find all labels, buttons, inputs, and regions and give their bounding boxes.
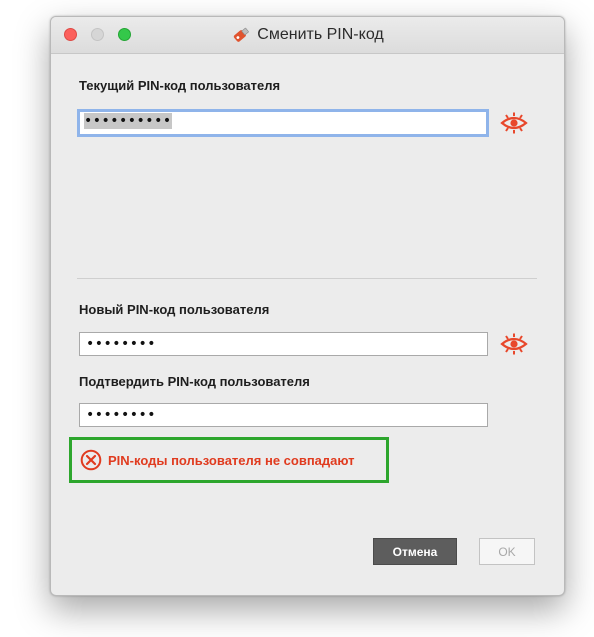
window-title-group: Сменить PIN-код [51, 17, 564, 53]
current-pin-label: Текущий PIN-код пользователя [79, 78, 281, 93]
current-pin-value: •••••••••• [84, 113, 172, 129]
cancel-button[interactable]: Отмена [373, 538, 457, 565]
confirm-pin-input[interactable]: •••••••• [79, 403, 488, 427]
section-divider [77, 278, 537, 279]
error-message: PIN-коды пользователя не совпадают [108, 452, 355, 468]
usb-token-icon [234, 27, 250, 42]
confirm-pin-label: Подтвердить PIN-код пользователя [79, 374, 310, 389]
current-pin-input[interactable]: •••••••••• [77, 109, 489, 137]
new-pin-value: •••••••• [86, 336, 157, 352]
new-pin-label: Новый PIN-код пользователя [79, 302, 270, 317]
new-pin-input[interactable]: •••••••• [79, 332, 488, 356]
window-title: Сменить PIN-код [257, 26, 384, 43]
error-circle-x-icon [80, 449, 102, 471]
show-current-pin-eye-icon[interactable] [500, 112, 528, 134]
title-bar: Сменить PIN-код [51, 17, 564, 54]
pin-mismatch-error: PIN-коды пользователя не совпадают [69, 437, 389, 483]
show-new-pin-eye-icon[interactable] [500, 333, 528, 355]
confirm-pin-value: •••••••• [86, 407, 157, 423]
change-pin-dialog: Сменить PIN-код Текущий PIN-код пользова… [50, 16, 565, 596]
ok-button[interactable]: OK [479, 538, 535, 565]
